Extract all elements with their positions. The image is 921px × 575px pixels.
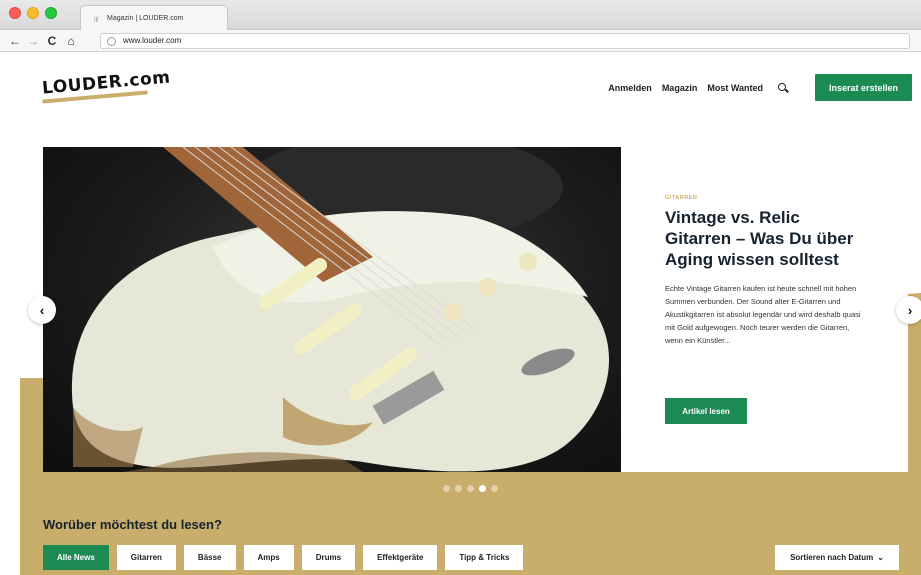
reload-icon[interactable]: C (45, 33, 59, 49)
article-category[interactable]: GITARREN (665, 195, 697, 201)
guitar-illustration (71, 147, 610, 472)
article-excerpt: Echte Vintage Gitarren kaufen ist heute … (665, 284, 861, 345)
carousel-prev-button[interactable]: ‹ (28, 296, 56, 324)
nav-most-wanted[interactable]: Most Wanted (707, 83, 763, 93)
filter-amps[interactable]: Amps (243, 545, 294, 570)
article-title[interactable]: Vintage vs. Relic Gitarren – Was Du über… (665, 207, 865, 270)
filter-alle-news[interactable]: Alle News (43, 545, 109, 570)
address-bar[interactable]: www.louder.com (100, 33, 910, 49)
forward-arrow-icon[interactable]: → (26, 33, 40, 49)
chevron-down-icon: ⌄ (877, 553, 884, 562)
browser-window: ♅ Magazin | LOUDER.com ← → C ⌂ www.loude… (0, 0, 921, 575)
browser-titlebar: ♅ Magazin | LOUDER.com (0, 0, 921, 31)
filter-effektgeraete[interactable]: Effektgeräte (363, 545, 438, 570)
nav-anmelden[interactable]: Anmelden (608, 83, 652, 93)
page-viewport: LOUDER.com Anmelden Magazin Most Wanted … (20, 53, 921, 575)
home-icon[interactable]: ⌂ (64, 33, 78, 49)
tab-title: Magazin | LOUDER.com (107, 15, 184, 22)
carousel-dot-5[interactable] (491, 485, 498, 492)
url-text[interactable]: www.louder.com (123, 36, 181, 45)
filter-drums[interactable]: Drums (301, 545, 356, 570)
close-window-button[interactable] (9, 7, 21, 19)
guitar-favicon-icon: ♅ (93, 13, 100, 24)
chevron-left-icon: ‹ (39, 302, 45, 318)
filter-tipp-tricks[interactable]: Tipp & Tricks (445, 545, 524, 570)
filter-baesse[interactable]: Bässe (183, 545, 236, 570)
carousel-dot-1[interactable] (443, 485, 450, 492)
carousel-dot-3[interactable] (467, 485, 474, 492)
back-arrow-icon[interactable]: ← (8, 33, 22, 49)
minimize-window-button[interactable] (27, 7, 39, 19)
main-nav: Anmelden Magazin Most Wanted (608, 82, 789, 94)
read-article-button[interactable]: Artikel lesen (665, 398, 747, 424)
browser-tab[interactable]: ♅ Magazin | LOUDER.com (80, 5, 228, 31)
hero-article-card: GITARREN Vintage vs. Relic Gitarren – Wa… (621, 147, 908, 472)
carousel-next-button[interactable]: › (896, 296, 921, 324)
chevron-right-icon: › (907, 302, 913, 318)
nav-magazin[interactable]: Magazin (662, 83, 698, 93)
hero-guitar-image[interactable] (43, 147, 621, 472)
globe-icon (107, 37, 116, 46)
carousel-dot-2[interactable] (455, 485, 462, 492)
filter-section-title: Worüber möchtest du lesen? (43, 517, 222, 532)
search-icon[interactable] (777, 82, 789, 94)
carousel-dot-4[interactable] (479, 485, 486, 492)
sort-label: Sortieren nach Datum (790, 553, 874, 562)
browser-toolbar: ← → C ⌂ www.louder.com (0, 30, 921, 52)
carousel-dots (443, 485, 498, 492)
site-header: LOUDER.com Anmelden Magazin Most Wanted … (20, 53, 921, 123)
zoom-window-button[interactable] (45, 7, 57, 19)
category-filters: Alle News Gitarren Bässe Amps Drums Effe… (43, 545, 524, 570)
filter-gitarren[interactable]: Gitarren (116, 545, 176, 570)
create-listing-button[interactable]: Inserat erstellen (815, 74, 912, 101)
sort-dropdown[interactable]: Sortieren nach Datum ⌄ (775, 545, 899, 570)
